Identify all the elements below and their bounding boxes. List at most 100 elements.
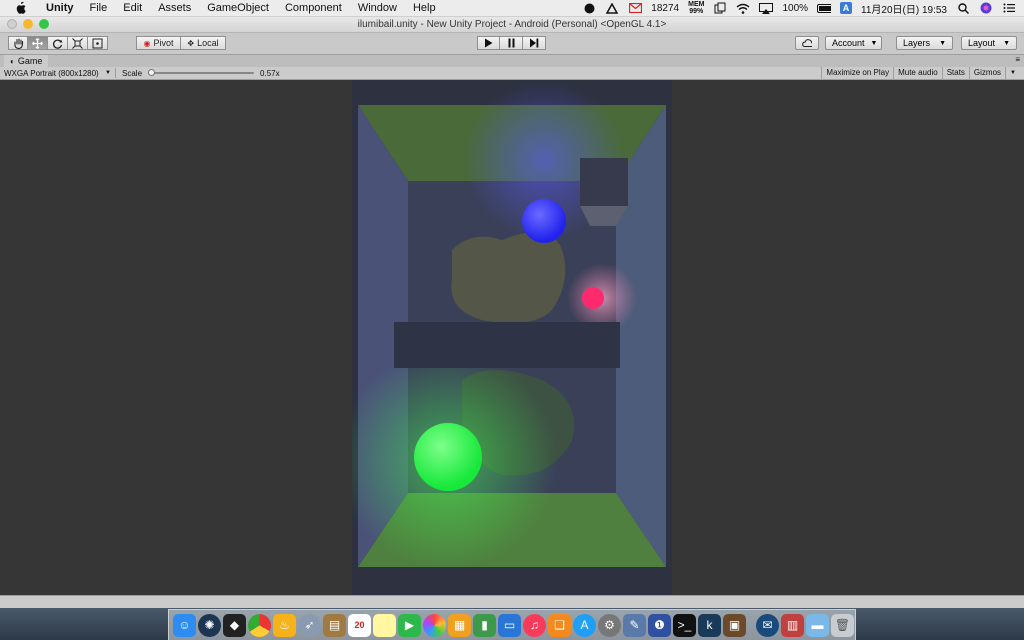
chevron-down-icon: ▼	[870, 39, 878, 47]
scale-tool-button[interactable]	[68, 36, 88, 50]
minimize-button[interactable]	[23, 19, 33, 29]
mute-audio-toggle[interactable]: Mute audio	[893, 67, 942, 79]
chevron-down-icon: ▼	[1003, 39, 1010, 47]
cube-block	[580, 158, 628, 206]
battery-percent: 100%	[782, 2, 809, 14]
launchpad-icon[interactable]: ➶	[298, 613, 321, 637]
scale-label: Scale	[122, 68, 143, 78]
maximize-on-play-toggle[interactable]: Maximize on Play	[821, 67, 893, 79]
menu-assets[interactable]: Assets	[150, 2, 199, 14]
pivot-toggles: ◉ Pivot ✥ Local	[136, 36, 226, 50]
menu-bar: Unity File Edit Assets GameObject Compon…	[0, 0, 1024, 17]
game-viewport[interactable]	[0, 80, 1024, 595]
window-title-bar[interactable]: ilumibail.unity - New Unity Project - An…	[0, 17, 1024, 33]
pivot-button[interactable]: ◉ Pivot	[136, 36, 181, 50]
calendar-icon[interactable]: 20	[348, 613, 371, 637]
menu-file[interactable]: File	[82, 2, 116, 14]
folder-icon[interactable]: ▬	[806, 613, 829, 637]
menu-app-unity[interactable]: Unity	[38, 2, 82, 14]
menu-edit[interactable]: Edit	[115, 2, 150, 14]
tab-menu-icon[interactable]: ≡	[1015, 55, 1020, 64]
layout-label: Layout	[968, 38, 996, 48]
stats-toggle[interactable]: Stats	[941, 67, 969, 79]
menu-window[interactable]: Window	[350, 2, 405, 14]
account-dropdown[interactable]: Account ▼	[825, 36, 882, 50]
wifi-icon[interactable]	[736, 2, 750, 14]
pink-ball	[582, 287, 604, 309]
airplay-icon[interactable]	[759, 2, 774, 14]
delta-icon[interactable]	[605, 2, 619, 14]
tab-game[interactable]: ◐ Game	[4, 55, 49, 67]
layout-dropdown[interactable]: Layout ▼	[961, 36, 1017, 50]
chevron-down-icon[interactable]: ▼	[1005, 67, 1020, 79]
chrome-icon[interactable]	[248, 613, 271, 637]
unity-app-icon[interactable]: ◆	[223, 613, 246, 637]
pivot-icon: ◉	[143, 38, 151, 48]
apple-icon[interactable]	[14, 1, 28, 15]
kindle-icon[interactable]: k	[698, 613, 721, 637]
game-view-toolbar: WXGA Portrait (800x1280) ▼ Scale 0.57x M…	[0, 67, 1024, 80]
memory-indicator[interactable]: MEM 99%	[688, 1, 704, 15]
contacts-icon[interactable]: ▤	[323, 613, 346, 637]
terminal-icon[interactable]: >_	[673, 613, 696, 637]
menu-component[interactable]: Component	[277, 2, 350, 14]
cloud-button[interactable]	[795, 36, 819, 50]
rotate-tool-button[interactable]	[48, 36, 68, 50]
notification-center-icon[interactable]	[1002, 2, 1016, 14]
keynote-icon[interactable]: ▭	[498, 613, 521, 637]
resolution-dropdown[interactable]: WXGA Portrait (800x1280) ▼	[4, 68, 116, 78]
step-button[interactable]	[523, 36, 546, 50]
facetime-icon[interactable]: ▶	[398, 613, 421, 637]
notes-icon[interactable]	[373, 613, 396, 637]
photos-icon[interactable]	[423, 613, 446, 637]
zoom-button[interactable]	[39, 19, 49, 29]
lightbulb-app-icon[interactable]: ♨	[273, 613, 296, 637]
dark-blob-icon[interactable]	[582, 2, 596, 14]
trash-icon[interactable]: 🗑	[831, 613, 854, 637]
move-arrows-icon	[32, 37, 43, 49]
mail-icon[interactable]	[628, 2, 642, 14]
siri-icon[interactable]	[979, 2, 993, 14]
app-store-icon[interactable]: A	[573, 613, 596, 637]
local-button[interactable]: ✥ Local	[181, 36, 226, 50]
game-screen[interactable]	[352, 80, 672, 595]
rotate-icon	[53, 39, 63, 49]
menu-help[interactable]: Help	[405, 2, 444, 14]
pause-button[interactable]	[500, 36, 523, 50]
spotlight-icon[interactable]	[956, 2, 970, 14]
layers-label: Layers	[903, 38, 931, 48]
bookmark-app-icon[interactable]: ▣	[723, 613, 746, 637]
scale-slider-thumb[interactable]	[148, 69, 156, 76]
game-scene	[352, 80, 666, 570]
copy-icon[interactable]	[713, 2, 727, 14]
clock[interactable]: 11月20日(日) 19:53	[861, 1, 947, 16]
resolution-label: WXGA Portrait (800x1280)	[4, 68, 99, 78]
battery-icon[interactable]	[817, 2, 832, 14]
layers-dropdown[interactable]: Layers ▼	[896, 36, 953, 50]
print-app-icon[interactable]: ▥	[781, 613, 804, 637]
tools-app-icon[interactable]: ✎	[623, 613, 646, 637]
system-preferences-icon[interactable]: ⚙	[598, 613, 621, 637]
menu-gameobject[interactable]: GameObject	[199, 2, 277, 14]
thunderbird-icon[interactable]: ✉	[756, 613, 779, 637]
input-source-icon[interactable]: A	[840, 2, 853, 14]
vpn-app-icon[interactable]: ✺	[198, 613, 221, 637]
move-tool-button[interactable]	[28, 36, 48, 50]
finder-icon[interactable]: ☺	[173, 613, 196, 637]
step-icon	[530, 38, 539, 48]
scale-control: Scale 0.57x	[122, 68, 280, 78]
close-button[interactable]	[7, 19, 17, 29]
gizmos-dropdown[interactable]: Gizmos	[968, 67, 1005, 79]
play-button[interactable]	[477, 36, 500, 50]
scale-slider[interactable]	[148, 69, 255, 76]
1password-icon[interactable]: ❶	[648, 613, 671, 637]
memory-value: 99%	[689, 8, 704, 15]
game-tab-bar: ◐ Game ≡	[0, 55, 1024, 67]
hand-tool-button[interactable]	[8, 36, 28, 50]
blue-ball	[522, 199, 566, 243]
numbers-icon[interactable]: ▮	[473, 613, 496, 637]
stickies-icon[interactable]: ▦	[448, 613, 471, 637]
ibooks-icon[interactable]: ❏	[548, 613, 571, 637]
rect-tool-button[interactable]	[88, 36, 108, 50]
itunes-icon[interactable]: ♫	[523, 613, 546, 637]
